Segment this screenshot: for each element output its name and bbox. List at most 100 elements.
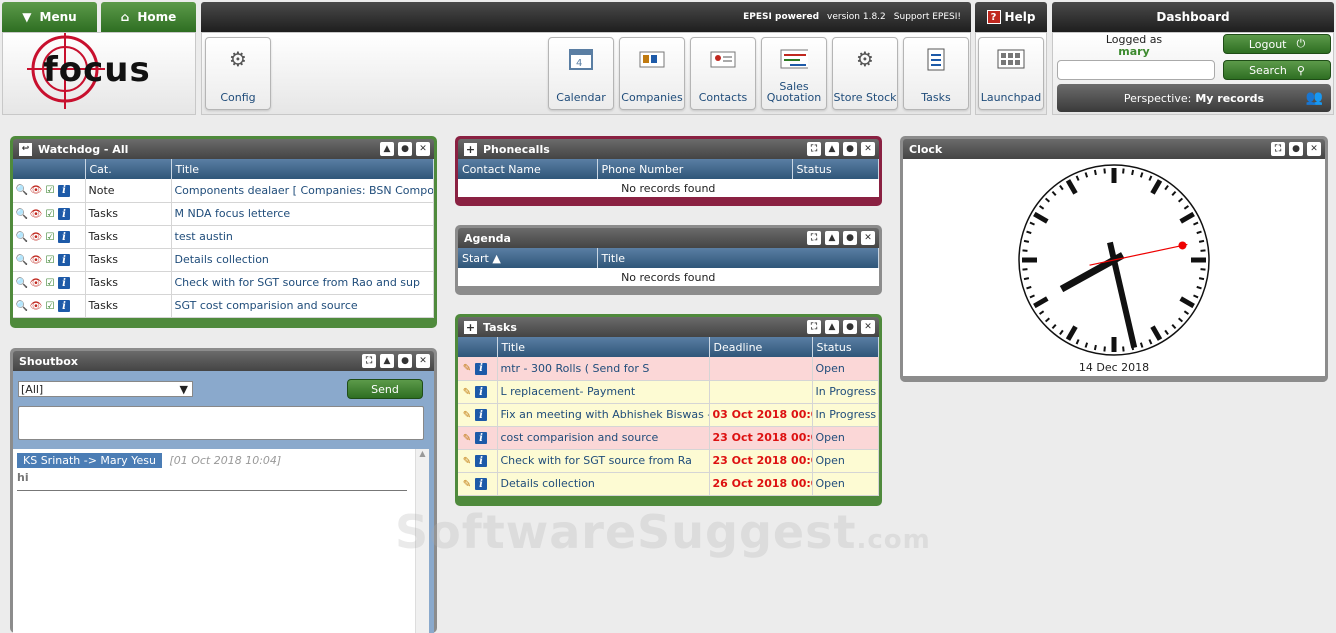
row-title[interactable]: M NDA focus letterce — [171, 202, 434, 226]
row-title[interactable]: L replacement- Payment — [497, 380, 710, 404]
info-icon[interactable]: i — [475, 362, 487, 375]
scrollbar[interactable]: ▲ — [415, 449, 429, 633]
info-icon[interactable]: i — [58, 277, 70, 289]
row-title[interactable]: Components dealaer [ Companies: BSN Comp… — [171, 179, 434, 203]
logo-panel[interactable]: focus — [2, 32, 196, 115]
settings-icon[interactable]: ● — [1289, 142, 1303, 156]
info-icon[interactable]: i — [475, 478, 487, 490]
row-title[interactable]: Check with for SGT source from Ra — [497, 449, 710, 473]
maximize-icon[interactable]: ⛶ — [807, 142, 821, 156]
view-icon[interactable]: 🔍 — [16, 300, 28, 312]
col-start[interactable]: Start ▲ — [458, 248, 598, 268]
collapse-icon[interactable]: ▲ — [825, 231, 839, 245]
col-cat[interactable]: Cat. — [85, 159, 172, 179]
info-icon[interactable]: i — [58, 208, 70, 220]
sales-quotation-button[interactable]: Sales Quotation — [761, 37, 827, 110]
close-icon[interactable]: ✕ — [861, 231, 875, 245]
row-title[interactable]: cost comparision and source — [497, 426, 710, 450]
info-icon[interactable]: i — [475, 386, 487, 398]
contacts-button[interactable]: Contacts — [690, 37, 756, 110]
info-icon[interactable]: i — [475, 432, 487, 444]
col-title[interactable]: Title — [497, 337, 710, 357]
info-icon[interactable]: i — [58, 231, 70, 243]
recipient-select[interactable]: [All] ▼ — [18, 381, 193, 397]
dashboard-tab[interactable]: Dashboard — [1052, 2, 1334, 32]
plus-icon[interactable]: + — [464, 320, 477, 334]
view-icon[interactable]: 🔍 — [16, 254, 28, 266]
close-icon[interactable]: ✕ — [861, 320, 875, 334]
row-title[interactable]: Details collection — [497, 472, 710, 496]
row-title[interactable]: Details collection — [171, 248, 434, 272]
help-button[interactable]: ? Help — [975, 2, 1047, 32]
view-icon[interactable]: 🔍 — [16, 208, 28, 220]
eye-icon[interactable]: 👁 — [30, 208, 43, 220]
logout-button[interactable]: Logout ⏻ — [1223, 34, 1331, 54]
edit-icon[interactable]: ✎ — [461, 386, 473, 398]
maximize-icon[interactable]: ⛶ — [362, 354, 376, 368]
eye-icon[interactable]: 👁 — [30, 231, 43, 243]
close-icon[interactable]: ✕ — [1307, 142, 1321, 156]
close-icon[interactable]: ✕ — [416, 354, 430, 368]
col-title[interactable]: Title — [597, 248, 879, 268]
eye-icon[interactable]: 👁 — [30, 254, 43, 266]
edit-icon[interactable]: ✎ — [461, 455, 473, 467]
col-status[interactable]: Status — [812, 337, 879, 357]
edit-icon[interactable]: ✎ — [461, 432, 473, 444]
tasks-button[interactable]: Tasks — [903, 37, 969, 110]
view-icon[interactable]: 🔍 — [16, 231, 28, 243]
check-icon[interactable]: ☑ — [44, 300, 56, 312]
info-icon[interactable]: i — [58, 300, 70, 312]
back-arrow-icon[interactable]: ↩ — [19, 142, 32, 156]
maximize-icon[interactable]: ⛶ — [1271, 142, 1285, 156]
eye-icon[interactable]: 👁 — [30, 300, 43, 312]
check-icon[interactable]: ☑ — [44, 254, 56, 266]
send-button[interactable]: Send — [347, 379, 423, 399]
info-icon[interactable]: i — [475, 409, 487, 421]
info-icon[interactable]: i — [58, 184, 70, 197]
config-button[interactable]: ⚙ Config — [205, 37, 271, 110]
row-title[interactable]: Fix an meeting with Abhishek Biswas - fo… — [497, 403, 710, 427]
settings-icon[interactable]: ● — [843, 231, 857, 245]
menu-button[interactable]: ▼ Menu — [2, 2, 97, 32]
support-link[interactable]: Support EPESI! — [894, 12, 961, 22]
calendar-button[interactable]: 4 Calendar — [548, 37, 614, 110]
perspective-selector[interactable]: Perspective: My records 👥 — [1057, 84, 1331, 112]
eye-icon[interactable]: 👁 — [30, 277, 43, 289]
row-title[interactable]: test austin — [171, 225, 434, 249]
edit-icon[interactable]: ✎ — [461, 363, 473, 375]
check-icon[interactable]: ☑ — [44, 277, 56, 289]
plus-icon[interactable]: + — [464, 142, 477, 156]
col-contact-name[interactable]: Contact Name — [458, 159, 598, 179]
check-icon[interactable]: ☑ — [44, 231, 56, 243]
companies-button[interactable]: Companies — [619, 37, 685, 110]
message-textarea[interactable] — [18, 406, 424, 440]
settings-icon[interactable]: ● — [398, 354, 412, 368]
info-icon[interactable]: i — [58, 254, 70, 266]
col-title[interactable]: Title — [171, 159, 434, 179]
close-icon[interactable]: ✕ — [416, 142, 430, 156]
check-icon[interactable]: ☑ — [44, 208, 56, 220]
check-icon[interactable]: ☑ — [44, 185, 56, 197]
collapse-icon[interactable]: ▲ — [380, 142, 394, 156]
search-button[interactable]: Search ⚲ — [1223, 60, 1331, 80]
edit-icon[interactable]: ✎ — [461, 409, 473, 421]
col-phone-number[interactable]: Phone Number — [597, 159, 793, 179]
collapse-icon[interactable]: ▲ — [825, 142, 839, 156]
view-icon[interactable]: 🔍 — [16, 185, 28, 197]
maximize-icon[interactable]: ⛶ — [807, 231, 821, 245]
home-button[interactable]: ⌂ Home — [101, 2, 196, 32]
view-icon[interactable]: 🔍 — [16, 277, 28, 289]
search-input[interactable] — [1057, 60, 1215, 80]
eye-icon[interactable]: 👁 — [30, 185, 43, 197]
maximize-icon[interactable]: ⛶ — [807, 320, 821, 334]
row-title[interactable]: mtr - 300 Rolls ( Send for S — [497, 357, 710, 381]
settings-icon[interactable]: ● — [843, 142, 857, 156]
launchpad-button[interactable]: Launchpad — [978, 37, 1044, 110]
edit-icon[interactable]: ✎ — [461, 478, 473, 490]
col-deadline[interactable]: Deadline — [709, 337, 813, 357]
settings-icon[interactable]: ● — [398, 142, 412, 156]
row-title[interactable]: Check with for SGT source from Rao and s… — [171, 271, 434, 295]
collapse-icon[interactable]: ▲ — [380, 354, 394, 368]
settings-icon[interactable]: ● — [843, 320, 857, 334]
close-icon[interactable]: ✕ — [861, 142, 875, 156]
